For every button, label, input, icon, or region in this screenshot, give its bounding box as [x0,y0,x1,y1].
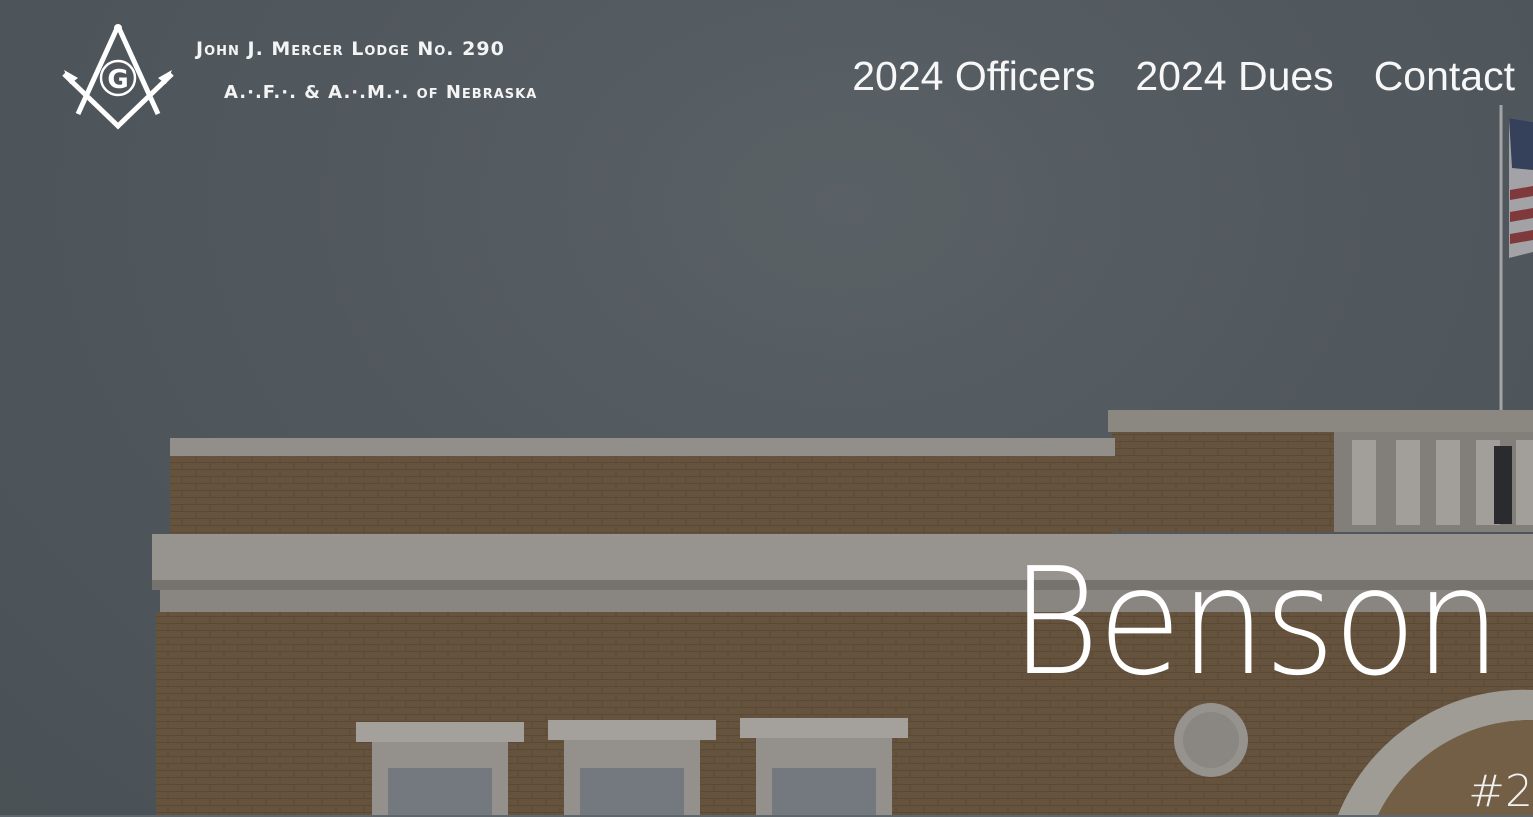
logo-g-letter: G [107,65,128,95]
hero-subtitle: #2 [1468,766,1533,817]
nav-link-2024-officers[interactable]: 2024 Officers [852,56,1095,97]
nav-link-2024-dues[interactable]: 2024 Dues [1135,56,1333,97]
hero-title: Benson [1010,536,1501,708]
lodge-jurisdiction: A.·.F.·. & A.·.M.·. of Nebraska [224,82,538,103]
lodge-name: John J. Mercer Lodge No. 290 [196,38,505,60]
site-header: G John J. Mercer Lodge No. 290 A.·.F.·. … [0,0,1533,150]
flag-icon [1499,105,1533,420]
site-logo-link[interactable]: G John J. Mercer Lodge No. 290 A.·.F.·. … [60,22,580,132]
main-navigation: 2024 Officers 2024 Dues Contact [852,56,1515,97]
square-and-compasses-icon: G [62,24,174,130]
nav-link-contact[interactable]: Contact [1374,56,1515,97]
